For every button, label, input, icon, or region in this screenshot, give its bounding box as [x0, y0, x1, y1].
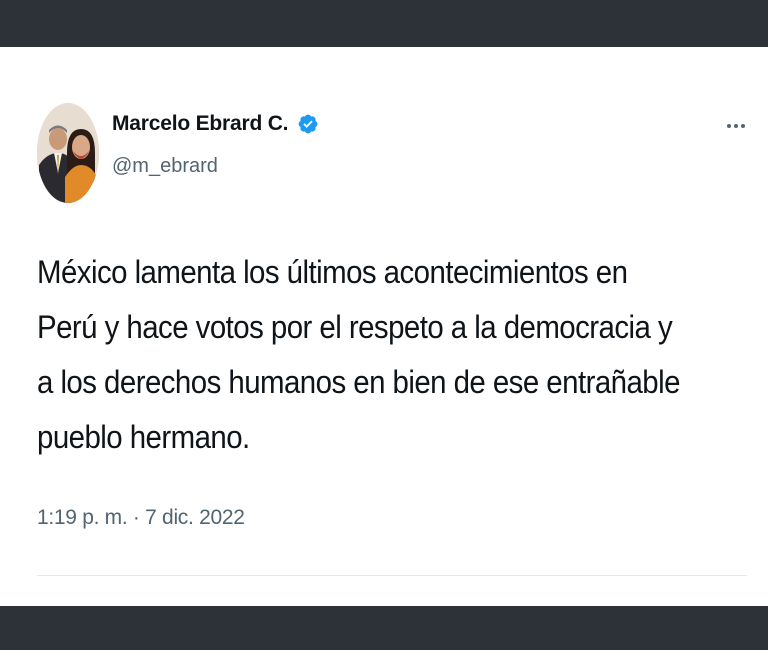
avatar-photo-icon: [37, 103, 99, 203]
more-horizontal-icon-dot: [734, 124, 738, 128]
divider: [37, 575, 747, 576]
author-display-name[interactable]: Marcelo Ebrard C.: [112, 111, 289, 137]
author-info: Marcelo Ebrard C. @m_ebrard: [112, 111, 319, 179]
verified-badge-icon: [298, 114, 318, 134]
avatar[interactable]: [37, 103, 99, 203]
screenshot-frame-top: [0, 0, 768, 47]
tweet-text: México lamenta los últimos acontecimient…: [37, 254, 680, 455]
more-horizontal-icon-dot: [741, 124, 745, 128]
more-horizontal-icon: [727, 124, 731, 128]
screenshot-frame-bottom: [0, 606, 768, 650]
tweet-timestamp[interactable]: 1:19 p. m. · 7 dic. 2022: [37, 505, 245, 531]
tweet-card: Marcelo Ebrard C. @m_ebrard México lamen…: [0, 47, 768, 606]
more-options-button[interactable]: [722, 117, 750, 135]
author-handle[interactable]: @m_ebrard: [112, 153, 319, 179]
